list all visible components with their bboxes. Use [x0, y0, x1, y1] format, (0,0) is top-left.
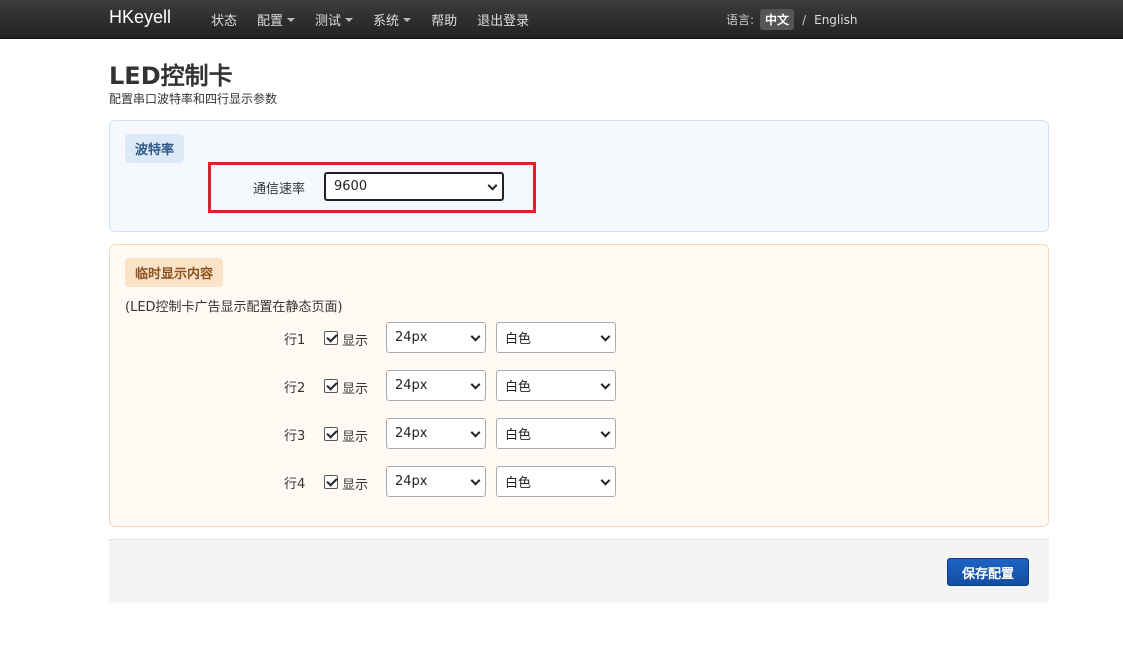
nav-system-label: 系统: [373, 14, 400, 29]
row-4-color-select[interactable]: 白色: [496, 466, 616, 497]
row-label: 行2: [284, 381, 306, 396]
color-value: 白色: [505, 476, 532, 491]
row-3-size-select[interactable]: 24px: [386, 418, 486, 449]
caret-down-icon: [403, 17, 412, 22]
chevron-down-icon: [487, 180, 498, 191]
show-label: 显示: [342, 478, 369, 493]
row-4-size-select[interactable]: 24px: [386, 466, 486, 497]
size-value: 24px: [395, 330, 428, 345]
chevron-down-icon: [470, 379, 481, 390]
row-3-color-select[interactable]: 白色: [496, 418, 616, 449]
chevron-down-icon: [600, 331, 611, 342]
nav-test-label: 测试: [315, 14, 342, 29]
display-note: (LED控制卡广告显示配置在静态页面): [125, 300, 343, 315]
language-separator: /: [802, 12, 807, 27]
language-current[interactable]: 中文: [760, 9, 795, 30]
main-nav: 状态 配置 测试 系统 帮助 退出登录: [211, 0, 549, 39]
nav-config[interactable]: 配置: [257, 10, 296, 29]
display-row-4: 行4 显示 24px 白色: [110, 466, 1048, 498]
row-label: 行3: [284, 429, 306, 444]
row-2-show-checkbox[interactable]: [324, 379, 338, 393]
display-row-3: 行3 显示 24px 白色: [110, 418, 1048, 450]
row-1-color-select[interactable]: 白色: [496, 322, 616, 353]
baud-rate-select[interactable]: 9600: [324, 172, 504, 201]
nav-help[interactable]: 帮助: [431, 10, 457, 29]
baud-rate-value: 9600: [334, 179, 368, 194]
caret-down-icon: [345, 17, 354, 22]
color-value: 白色: [505, 332, 532, 347]
nav-status[interactable]: 状态: [211, 10, 237, 29]
size-value: 24px: [395, 426, 428, 441]
row-label: 行1: [284, 333, 306, 348]
baud-rate-panel: 波特率 通信速率 9600: [109, 120, 1049, 232]
nav-config-label: 配置: [257, 14, 284, 29]
form-actions-bar: 保存配置: [109, 539, 1049, 603]
baud-rate-label: 通信速率: [253, 182, 306, 197]
brand-logo[interactable]: HKeyell: [109, 7, 171, 28]
nav-status-label: 状态: [211, 14, 238, 29]
save-config-button[interactable]: 保存配置: [947, 558, 1029, 586]
display-content-legend: 临时显示内容: [125, 258, 224, 287]
row-2-size-select[interactable]: 24px: [386, 370, 486, 401]
language-english-link[interactable]: English: [814, 13, 857, 27]
show-label: 显示: [342, 382, 369, 397]
chevron-down-icon: [600, 475, 611, 486]
page-description: 配置串口波特率和四行显示参数: [109, 92, 278, 106]
nav-logout[interactable]: 退出登录: [477, 10, 529, 29]
show-label: 显示: [342, 430, 369, 445]
language-switcher: 语言: 中文 / English: [726, 0, 857, 39]
row-3-show-checkbox[interactable]: [324, 427, 338, 441]
page-title: LED控制卡: [109, 62, 233, 90]
row-4-show-checkbox[interactable]: [324, 475, 338, 489]
chevron-down-icon: [470, 475, 481, 486]
chevron-down-icon: [470, 427, 481, 438]
nav-system[interactable]: 系统: [373, 10, 412, 29]
chevron-down-icon: [600, 379, 611, 390]
display-row-2: 行2 显示 24px 白色: [110, 370, 1048, 402]
language-label: 语言:: [726, 13, 755, 27]
row-label: 行4: [284, 477, 306, 492]
chevron-down-icon: [470, 331, 481, 342]
row-2-color-select[interactable]: 白色: [496, 370, 616, 401]
baud-rate-legend: 波特率: [125, 134, 185, 163]
color-value: 白色: [505, 428, 532, 443]
row-1-show-checkbox[interactable]: [324, 331, 338, 345]
caret-down-icon: [287, 17, 296, 22]
color-value: 白色: [505, 380, 532, 395]
show-label: 显示: [342, 334, 369, 349]
row-1-size-select[interactable]: 24px: [386, 322, 486, 353]
nav-logout-label: 退出登录: [477, 14, 530, 29]
chevron-down-icon: [600, 427, 611, 438]
nav-test[interactable]: 测试: [315, 10, 354, 29]
top-navbar: HKeyell 状态 配置 测试 系统 帮助 退出登录 语言: 中文 / Eng…: [0, 0, 1123, 39]
size-value: 24px: [395, 378, 428, 393]
nav-help-label: 帮助: [431, 14, 458, 29]
size-value: 24px: [395, 474, 428, 489]
display-content-panel: 临时显示内容 (LED控制卡广告显示配置在静态页面) 行1 显示 24px 白色…: [109, 244, 1049, 527]
display-row-1: 行1 显示 24px 白色: [110, 322, 1048, 354]
